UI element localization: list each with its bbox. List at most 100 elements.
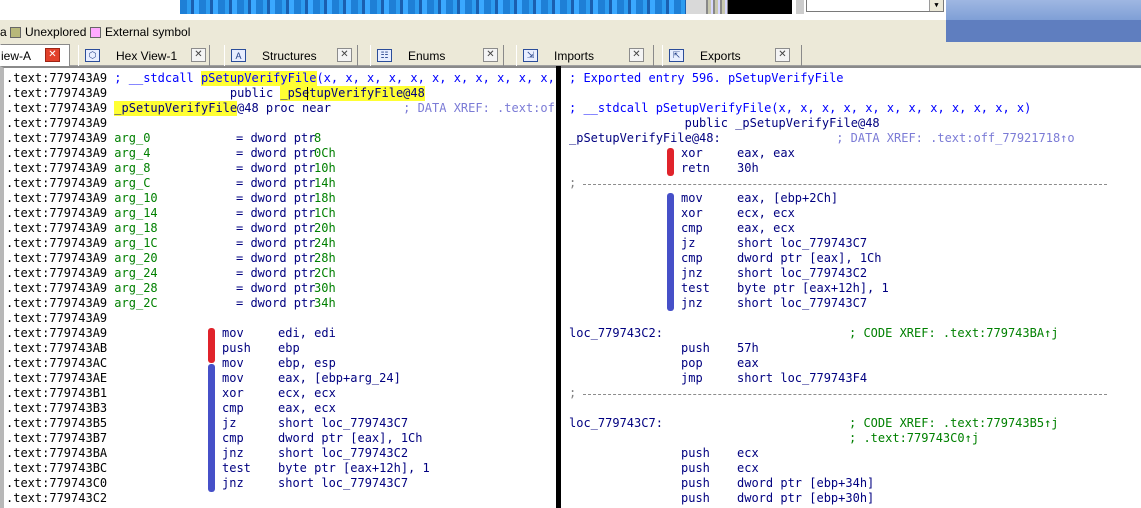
tab-hex-view-1[interactable]: ⬡ Hex View-1 ✕ xyxy=(78,45,210,66)
header-line-part: (x, x, x, x, x, x, x, x, x, x, x, x) xyxy=(316,71,556,85)
basic-block-marker xyxy=(667,193,674,311)
header-line-part: pSetupVerifyFile xyxy=(200,71,317,86)
stack-var-offset: 14h xyxy=(314,176,336,190)
instruction-operands: ebp, esp xyxy=(278,356,336,370)
imports-icon: ⇲ xyxy=(523,49,538,62)
instruction-mnemonic: mov xyxy=(222,356,244,370)
close-icon[interactable]: ✕ xyxy=(337,48,352,62)
address: .text:779743A9 xyxy=(6,296,108,310)
stack-var-name: arg_2C xyxy=(114,296,158,310)
nav-segment-data[interactable] xyxy=(686,0,706,14)
nav-segment-code[interactable] xyxy=(180,0,686,14)
address: .text:779743B3 xyxy=(6,401,108,415)
instruction-mnemonic: mov xyxy=(681,191,703,205)
address: .text:779743A9 xyxy=(6,251,108,265)
stack-var-offset: 10h xyxy=(314,161,336,175)
nav-legend: a Unexplored External symbol xyxy=(0,20,946,42)
instruction-mnemonic: cmp xyxy=(681,221,703,235)
address: .text:779743C2 xyxy=(6,491,108,505)
segment-combo[interactable]: ▼ xyxy=(806,0,944,12)
stack-var-name: arg_0 xyxy=(114,131,151,145)
stack-var-type: = dword ptr xyxy=(236,296,316,310)
instruction-mnemonic: retn xyxy=(681,161,710,175)
stack-var-offset: 8 xyxy=(314,131,322,145)
stack-var-type: = dword ptr xyxy=(236,281,316,295)
instruction-mnemonic: test xyxy=(222,461,251,475)
tab-imports[interactable]: ⇲ Imports ✕ xyxy=(516,45,654,66)
tab-structures[interactable]: A Structures ✕ xyxy=(224,45,358,66)
ida-view-disassembly-pane-secondary[interactable]: ; Exported entry 596. pSetupVerifyFile ; … xyxy=(561,66,1141,508)
instruction-operands: ecx xyxy=(737,446,759,460)
instruction-operands: short loc_779743C7 xyxy=(278,416,409,430)
instruction-mnemonic: jz xyxy=(222,416,237,430)
instruction-mnemonic: jnz xyxy=(222,476,244,490)
stack-var-type: = dword ptr xyxy=(236,221,316,235)
instruction-operands: short loc_779743C2 xyxy=(737,266,868,280)
instruction-operands: ebp xyxy=(278,341,300,355)
instruction-mnemonic: push xyxy=(681,461,710,475)
address: .text:779743C0 xyxy=(6,476,108,490)
address: .text:779743AB xyxy=(6,341,108,355)
instruction-operands: eax, [ebp+arg_24] xyxy=(278,371,401,385)
code-label: loc_779743C2: xyxy=(569,326,663,340)
stack-var-type: = dword ptr xyxy=(236,191,316,205)
nav-segment-unexplored[interactable] xyxy=(728,0,792,14)
instruction-mnemonic: jnz xyxy=(681,266,703,280)
stack-var-type: = dword ptr xyxy=(236,146,316,160)
address: .text:779743A9 xyxy=(6,236,108,250)
instruction-mnemonic: push xyxy=(222,341,251,355)
instruction-operands: ecx, ecx xyxy=(737,206,795,220)
legend-item: Unexplored xyxy=(10,25,86,39)
address: .text:779743A9 xyxy=(6,161,108,175)
stack-var-type: = dword ptr xyxy=(236,206,316,220)
address: .text:779743AC xyxy=(6,356,108,370)
instruction-mnemonic: jmp xyxy=(681,371,703,385)
legend-label: Unexplored xyxy=(25,25,87,39)
instruction-mnemonic: push xyxy=(681,476,710,490)
stack-var-name: arg_C xyxy=(114,176,151,190)
stack-var-name: arg_20 xyxy=(114,251,158,265)
chevron-down-icon[interactable]: ▼ xyxy=(929,0,943,11)
close-icon[interactable]: ✕ xyxy=(45,48,60,62)
ida-view-disassembly-pane[interactable]: .text:779743A9 ; __stdcall pSetupVerifyF… xyxy=(0,66,556,508)
close-icon[interactable]: ✕ xyxy=(629,48,644,62)
close-icon[interactable]: ✕ xyxy=(775,48,790,62)
separator-semicolon: ; xyxy=(569,176,577,190)
header-line-part: public _pSetupVerifyFile@48 xyxy=(569,116,880,130)
address: .text:779743A9 xyxy=(6,131,108,145)
function-separator xyxy=(583,184,1107,185)
stack-var-offset: 18h xyxy=(314,191,336,205)
stack-var-type: = dword ptr xyxy=(236,236,316,250)
instruction-operands: dword ptr [ebp+34h] xyxy=(737,476,875,490)
tab-exports[interactable]: ⇱ Exports ✕ xyxy=(662,45,802,66)
stack-var-name: arg_18 xyxy=(114,221,158,235)
address: .text:779743A9 xyxy=(6,311,108,325)
enums-icon: ☷ xyxy=(377,49,392,62)
address: .text:779743B5 xyxy=(6,416,108,430)
header-line-part: public xyxy=(107,86,281,100)
header-line-part: ; Exported entry 596. pSetupVerifyFile xyxy=(569,71,844,85)
code-xref-comment: ; .text:779743C0↑j xyxy=(849,431,980,445)
instruction-operands: eax xyxy=(737,356,759,370)
stack-var-type: = dword ptr xyxy=(236,251,316,265)
instruction-mnemonic: mov xyxy=(222,326,244,340)
address: .text:779743A9 xyxy=(6,176,108,190)
address: .text:779743A9 xyxy=(6,191,108,205)
header-line-part: ; DATA XREF: .text:off_77921718↑o xyxy=(720,131,1075,145)
navigation-band[interactable]: ▼ xyxy=(0,0,1141,20)
instruction-operands: dword ptr [ebp+30h] xyxy=(737,491,875,505)
instruction-operands: edi, edi xyxy=(278,326,336,340)
instruction-operands: short loc_779743C2 xyxy=(278,446,409,460)
address: .text:779743A9 xyxy=(6,146,108,160)
stack-var-type: = dword ptr xyxy=(236,131,316,145)
tab-enums[interactable]: ☷ Enums ✕ xyxy=(370,45,504,66)
structures-icon: A xyxy=(231,49,246,62)
tab-label: Structures xyxy=(262,48,317,63)
code-xref-comment: ; CODE XREF: .text:779743BA↑j xyxy=(849,326,1059,340)
nav-segment-mixed[interactable] xyxy=(706,0,728,14)
close-icon[interactable]: ✕ xyxy=(483,48,498,62)
tab-label: Enums xyxy=(408,48,446,63)
instruction-operands: 30h xyxy=(737,161,759,175)
close-icon[interactable]: ✕ xyxy=(191,48,206,62)
tab-iew-a[interactable]: iew-A ✕ xyxy=(0,44,70,67)
